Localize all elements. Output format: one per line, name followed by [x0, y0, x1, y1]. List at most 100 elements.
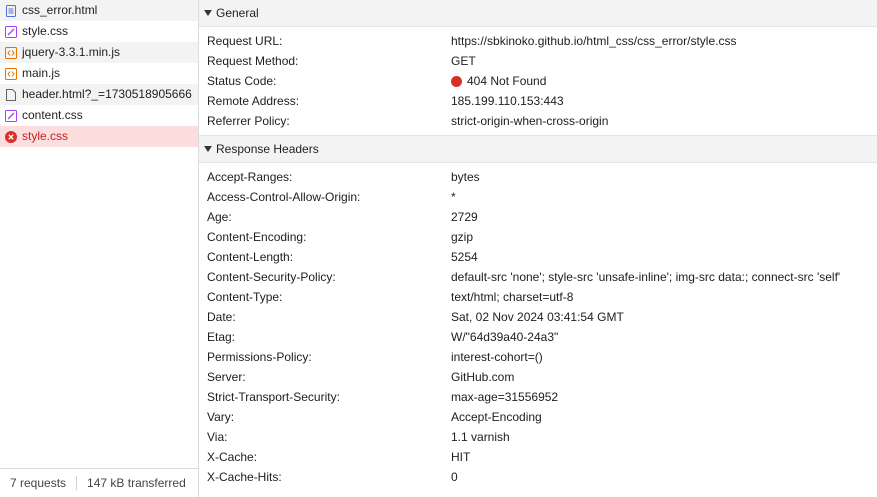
header-name: Content-Security-Policy:	[207, 270, 336, 284]
header-value: 2729	[451, 210, 478, 224]
header-value: *	[451, 190, 456, 204]
header-name: Server:	[207, 370, 246, 384]
header-row: Age: 2729	[199, 207, 877, 227]
network-devtools-panel: css_error.html style.css jquery-3.3.1.mi…	[0, 0, 877, 497]
header-row: Vary: Accept-Encoding	[199, 407, 877, 427]
header-name: Content-Type:	[207, 290, 283, 304]
header-name: Content-Encoding:	[207, 230, 307, 244]
header-value: bytes	[451, 170, 480, 184]
header-name: Request Method:	[207, 54, 299, 68]
script-icon	[5, 67, 17, 80]
header-value: interest-cohort=()	[451, 350, 543, 364]
header-row: Content-Length: 5254	[199, 247, 877, 267]
section-title: Response Headers	[216, 142, 319, 156]
header-name: Etag:	[207, 330, 236, 344]
header-row: X-Cache-Hits: 0	[199, 467, 877, 487]
request-name: main.js	[22, 66, 61, 80]
header-name: X-Cache:	[207, 450, 258, 464]
status-code-value: 404 Not Found	[451, 74, 546, 88]
error-icon	[5, 130, 17, 143]
header-value: GET	[451, 54, 476, 68]
header-name: X-Cache-Hits:	[207, 470, 282, 484]
header-name: Status Code:	[207, 74, 277, 88]
triangle-down-icon	[204, 10, 212, 16]
file-icon	[5, 88, 17, 101]
header-value: 5254	[451, 250, 478, 264]
response-headers-section-toggle[interactable]: Response Headers	[199, 135, 877, 163]
request-list-pane: css_error.html style.css jquery-3.3.1.mi…	[0, 0, 199, 497]
request-name: style.css	[22, 24, 69, 38]
header-name: Age:	[207, 210, 232, 224]
header-row: Request URL: https://sbkinoko.github.io/…	[199, 31, 877, 51]
request-row[interactable]: header.html?_=1730518905666	[0, 84, 198, 105]
header-name: Via:	[207, 430, 228, 444]
header-value: GitHub.com	[451, 370, 515, 384]
header-row: Strict-Transport-Security: max-age=315569…	[199, 387, 877, 407]
request-name: content.css	[22, 108, 83, 122]
request-row[interactable]: css_error.html	[0, 0, 198, 21]
header-value: 185.199.110.153:443	[451, 94, 564, 108]
header-value: max-age=31556952	[451, 390, 559, 404]
header-row: Referrer Policy: strict-origin-when-cros…	[199, 111, 877, 131]
header-name: Date:	[207, 310, 236, 324]
header-row: Access-Control-Allow-Origin: *	[199, 187, 877, 207]
stylesheet-icon	[5, 109, 17, 122]
section-title: General	[216, 6, 259, 20]
header-value: W/"64d39a40-24a3"	[451, 330, 559, 344]
request-name: style.css	[22, 129, 69, 143]
header-row: Server: GitHub.com	[199, 367, 877, 387]
header-value: text/html; charset=utf-8	[451, 290, 574, 304]
header-value: Accept-Encoding	[451, 410, 542, 424]
header-name: Accept-Ranges:	[207, 170, 293, 184]
triangle-down-icon	[204, 146, 212, 152]
status-bar: 7 requests 147 kB transferred	[0, 468, 198, 497]
request-count: 7 requests	[10, 476, 67, 490]
header-row: Accept-Ranges: bytes	[199, 167, 877, 187]
header-row: Via: 1.1 varnish	[199, 427, 877, 447]
header-name: Referrer Policy:	[207, 114, 290, 128]
header-row: Remote Address: 185.199.110.153:443	[199, 91, 877, 111]
header-row: Content-Encoding: gzip	[199, 227, 877, 247]
general-section: Request URL: https://sbkinoko.github.io/…	[199, 27, 877, 135]
header-value: strict-origin-when-cross-origin	[451, 114, 609, 128]
header-name: Remote Address:	[207, 94, 300, 108]
request-name: header.html?_=1730518905666	[22, 87, 192, 101]
header-row: Etag: W/"64d39a40-24a3"	[199, 327, 877, 347]
status-text: 404 Not Found	[467, 74, 547, 88]
header-row: Permissions-Policy: interest-cohort=()	[199, 347, 877, 367]
header-value: HIT	[451, 450, 471, 464]
header-name: Content-Length:	[207, 250, 294, 264]
header-row: Date: Sat, 02 Nov 2024 03:41:54 GMT	[199, 307, 877, 327]
request-row-selected[interactable]: style.css	[0, 126, 198, 147]
header-value: Sat, 02 Nov 2024 03:41:54 GMT	[451, 310, 624, 324]
request-row[interactable]: content.css	[0, 105, 198, 126]
header-name: Strict-Transport-Security:	[207, 390, 340, 404]
stylesheet-icon	[5, 25, 17, 38]
header-row: Status Code: 404 Not Found	[199, 71, 877, 91]
transferred-size: 147 kB transferred	[87, 476, 186, 490]
document-icon	[5, 4, 17, 17]
header-value: 0	[451, 470, 458, 484]
script-icon	[5, 46, 17, 59]
request-name: css_error.html	[22, 3, 98, 17]
header-value: 1.1 varnish	[451, 430, 510, 444]
header-row: Content-Security-Policy: default-src 'non…	[199, 267, 877, 287]
header-row: X-Cache: HIT	[199, 447, 877, 467]
header-row: Content-Type: text/html; charset=utf-8	[199, 287, 877, 307]
request-row[interactable]: style.css	[0, 21, 198, 42]
request-row[interactable]: main.js	[0, 63, 198, 84]
header-name: Access-Control-Allow-Origin:	[207, 190, 361, 204]
header-name: Permissions-Policy:	[207, 350, 312, 364]
header-value: https://sbkinoko.github.io/html_css/css_…	[451, 34, 737, 48]
general-section-toggle[interactable]: General	[199, 0, 877, 27]
header-value: gzip	[451, 230, 474, 244]
request-name: jquery-3.3.1.min.js	[22, 45, 121, 59]
header-name: Request URL:	[207, 34, 283, 48]
header-value: default-src 'none'; style-src 'unsafe-in…	[451, 270, 841, 284]
header-name: Vary:	[207, 410, 235, 424]
response-headers-section: Accept-Ranges: bytes Access-Control-Allow-…	[199, 163, 877, 491]
request-list: css_error.html style.css jquery-3.3.1.mi…	[0, 0, 198, 147]
header-row: Request Method: GET	[199, 51, 877, 71]
status-error-icon	[451, 75, 462, 87]
request-row[interactable]: jquery-3.3.1.min.js	[0, 42, 198, 63]
